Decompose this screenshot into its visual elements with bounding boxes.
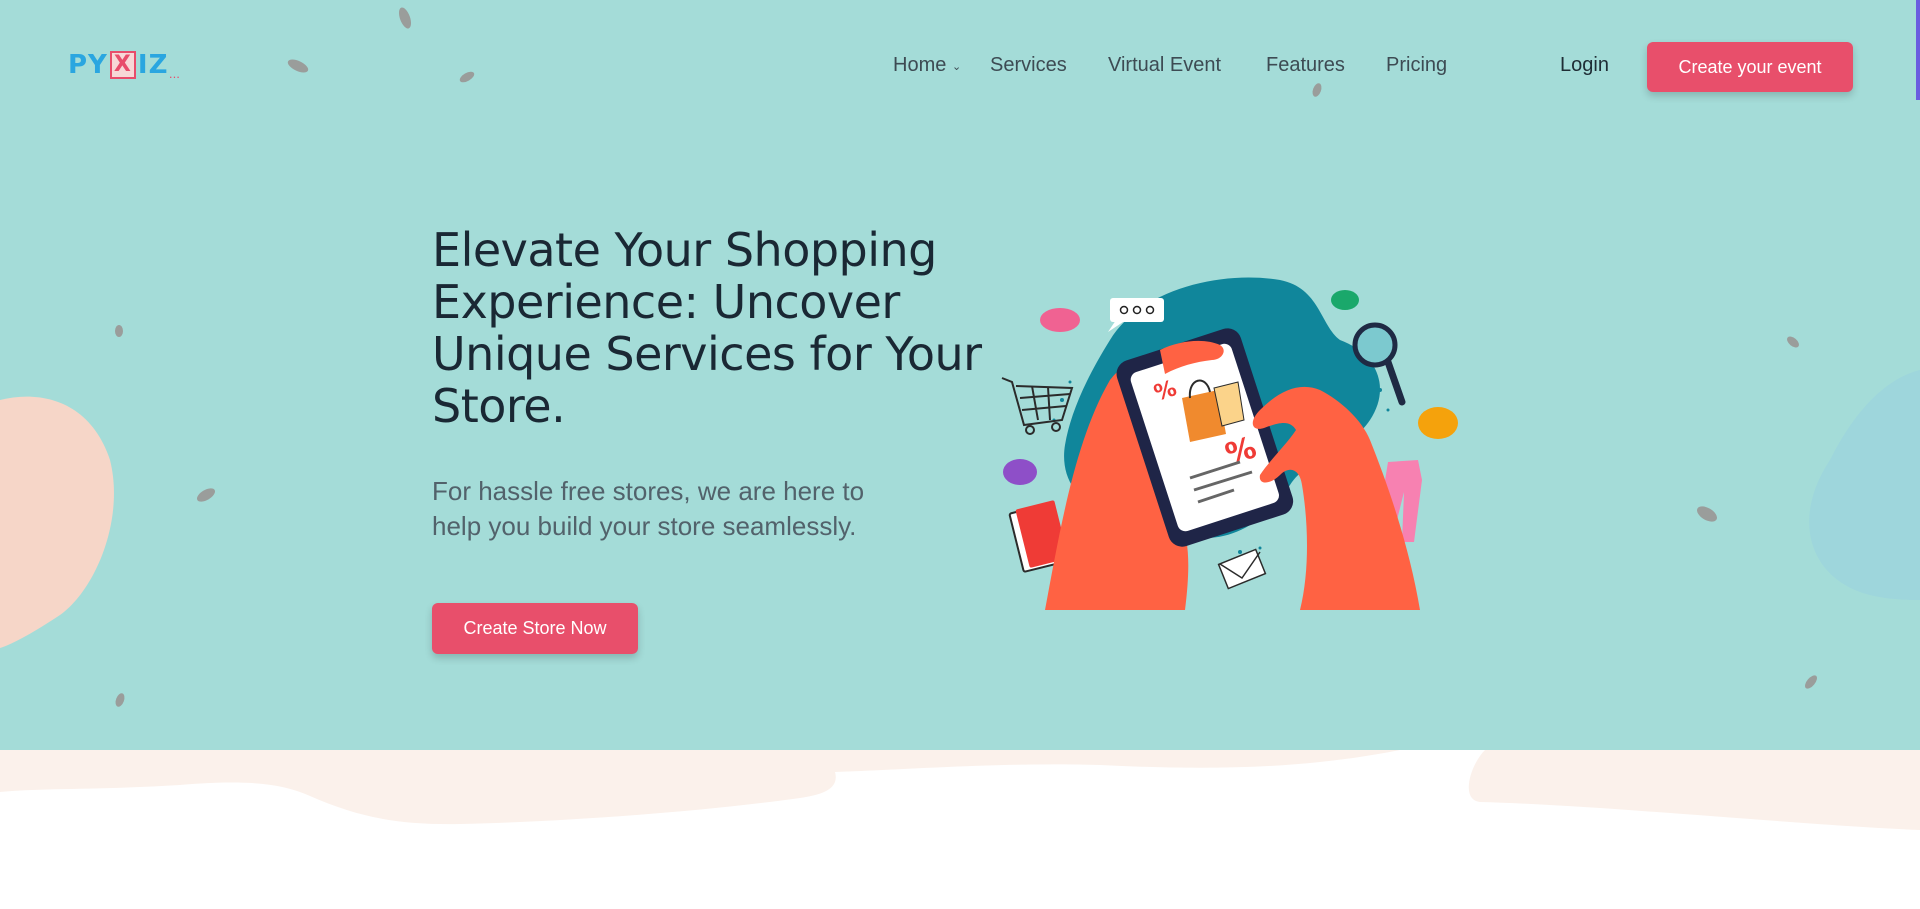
nav-item-features[interactable]: Features	[1266, 54, 1345, 77]
purple-blob	[1003, 459, 1037, 485]
pink-blob	[1040, 308, 1080, 332]
nav-item-services[interactable]: Services	[990, 54, 1067, 77]
hero-headline: Elevate Your Shopping Experience: Uncove…	[432, 223, 982, 433]
brand-logo[interactable]: PY X IZ ...	[68, 50, 180, 80]
hero-section: PY X IZ ... Home Services Virtual Event …	[0, 0, 1920, 750]
peach-blob	[0, 396, 114, 648]
create-store-button[interactable]: Create Store Now	[432, 603, 638, 654]
login-link[interactable]: Login	[1560, 54, 1609, 77]
nav-item-pricing[interactable]: Pricing	[1386, 54, 1447, 77]
teal-blob	[1809, 370, 1920, 600]
hero-subtext: For hassle free stores, we are here to h…	[432, 476, 865, 541]
logo-text-suffix: IZ	[137, 50, 169, 80]
create-event-button[interactable]: Create your event	[1647, 42, 1853, 92]
bottom-wave	[0, 750, 1920, 830]
envelope-icon	[1217, 548, 1267, 590]
nav-item-virtual-event[interactable]: Virtual Event	[1108, 54, 1221, 77]
hero-illustration: % %	[1001, 277, 1458, 610]
shopping-cart-icon	[1001, 377, 1074, 435]
logo-text-box: X	[109, 51, 136, 79]
orange-blob	[1418, 407, 1458, 439]
logo-tiny-text: ...	[169, 72, 181, 80]
chevron-down-icon[interactable]: ⌄	[952, 60, 961, 73]
nav-item-home[interactable]: Home	[893, 54, 946, 77]
top-nav: PY X IZ ... Home Services Virtual Event …	[0, 0, 1920, 134]
scroll-indicator[interactable]	[1916, 0, 1920, 100]
logo-text-prefix: PY	[68, 50, 108, 80]
green-blob	[1331, 290, 1359, 310]
